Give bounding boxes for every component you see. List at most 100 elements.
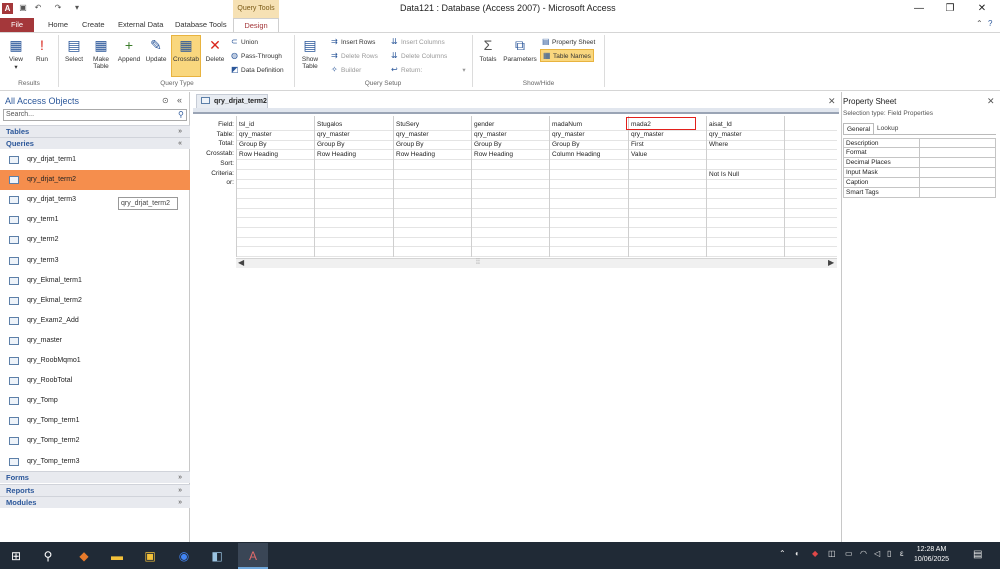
grid-cell-sort[interactable]	[629, 160, 706, 170]
search-icon[interactable]: ⚲	[38, 546, 58, 566]
grid-cell-criteria[interactable]	[472, 170, 549, 180]
wifi-icon[interactable]: ◠	[860, 549, 867, 558]
close-window-button[interactable]: ✕	[967, 2, 997, 16]
builder-button[interactable]: ✧ Builder	[331, 64, 361, 76]
query-item[interactable]: qry_Exam2_Add	[0, 311, 190, 331]
property-value-field[interactable]	[919, 139, 996, 148]
volume-icon[interactable]: ◁	[874, 549, 880, 558]
grid-column[interactable]: gender qry_master Group By Row Heading	[471, 116, 549, 257]
grid-cell-total[interactable]: Group By	[550, 140, 627, 150]
data-definition-button[interactable]: ◩ Data Definition	[231, 64, 284, 76]
grid-column[interactable]: StuSery qry_master Group By Row Heading	[393, 116, 471, 257]
tray-app-icon[interactable]: ◐	[795, 549, 800, 558]
grid-cell-crosstab[interactable]: Row Heading	[237, 150, 314, 160]
property-row[interactable]: Input Mask	[843, 168, 996, 178]
language-indicator[interactable]: ε	[900, 549, 904, 558]
battery-icon[interactable]: ▯	[887, 549, 891, 558]
grid-cell-criteria[interactable]	[315, 170, 392, 180]
grid-cell-sort[interactable]	[315, 160, 392, 170]
grid-cell-or[interactable]	[550, 180, 627, 190]
view-button[interactable]: ▦ View ▾	[4, 36, 28, 71]
nav-pane-title[interactable]: All Access Objects	[5, 96, 79, 106]
notepad-icon[interactable]: ◧	[207, 546, 227, 566]
tab-database-tools[interactable]: Database Tools	[169, 18, 233, 32]
grid-cell-total[interactable]: Where	[707, 140, 784, 150]
redo-icon[interactable]: ↷	[53, 3, 63, 13]
close-document-icon[interactable]: ✕	[828, 96, 836, 107]
property-row[interactable]: Smart Tags	[843, 188, 996, 198]
grid-cell-table[interactable]: qry_master	[550, 130, 627, 140]
chrome-icon[interactable]: ◉	[174, 546, 194, 566]
grid-cell-criteria[interactable]: Not Is Null	[707, 170, 784, 180]
property-value-field[interactable]	[919, 188, 996, 197]
union-button[interactable]: ⊂ Union	[231, 36, 258, 48]
grid-cell-crosstab[interactable]	[707, 150, 784, 160]
property-row[interactable]: Description	[843, 138, 996, 148]
network-icon[interactable]: ◫	[828, 549, 836, 558]
totals-button[interactable]: Σ Totals	[476, 36, 500, 63]
scroll-left-icon[interactable]: ◀	[238, 258, 244, 267]
notifications-icon[interactable]: ▤	[973, 549, 982, 560]
tab-file[interactable]: File	[0, 18, 34, 32]
collapse-ribbon-icon[interactable]: ⌃	[976, 19, 983, 28]
grid-cell-or[interactable]	[237, 180, 314, 190]
grid-cell-table[interactable]: qry_master	[394, 130, 471, 140]
nav-menu-icon[interactable]: ⊙	[162, 96, 169, 105]
query-item[interactable]: qry_RoobTotal	[0, 371, 190, 391]
category-reports[interactable]: Reports»	[0, 484, 190, 496]
grid-cell-table[interactable]: qry_master	[707, 130, 784, 140]
nav-search-input[interactable]: Search...	[3, 109, 187, 121]
query-item[interactable]: qry_Tomp_term3	[0, 452, 190, 472]
grid-column[interactable]: Stugalos qry_master Group By Row Heading	[314, 116, 392, 257]
grid-column[interactable]: madaNum qry_master Group By Column Heading	[549, 116, 627, 257]
query-item[interactable]: qry_Tomp_term1	[0, 411, 190, 431]
property-row[interactable]: Caption	[843, 178, 996, 188]
grid-cell-sort[interactable]	[550, 160, 627, 170]
grid-cell-or[interactable]	[629, 180, 706, 190]
query-item[interactable]: qry_RoobMqmo1	[0, 351, 190, 371]
query-item[interactable]: qry_Tomp_term2	[0, 431, 190, 451]
customize-qat-icon[interactable]: ▾	[72, 3, 82, 13]
grid-cell-criteria[interactable]	[237, 170, 314, 180]
query-item[interactable]: qry_Ekmal_term2	[0, 291, 190, 311]
tab-lookup[interactable]: Lookup	[874, 123, 901, 134]
file-explorer-icon[interactable]: ▬	[107, 546, 127, 566]
crosstab-button[interactable]: ▦ Crosstab	[171, 35, 201, 77]
table-names-button[interactable]: ▦ Table Names	[540, 49, 594, 62]
property-sheet-button[interactable]: ▤ Property Sheet	[542, 36, 595, 48]
make-table-button[interactable]: ▦ Make Table	[89, 36, 113, 70]
parameters-button[interactable]: ⧉ Parameters	[502, 36, 538, 63]
grid-cell-criteria[interactable]	[394, 170, 471, 180]
tab-design[interactable]: Design	[233, 18, 279, 32]
query-item[interactable]: qry_master	[0, 331, 190, 351]
grid-cell-or[interactable]	[472, 180, 549, 190]
return-dropdown[interactable]: ↩ Return: ▾	[391, 64, 466, 76]
grid-cell-sort[interactable]	[237, 160, 314, 170]
search-icon[interactable]: ⚲	[178, 110, 184, 119]
grid-cell-field[interactable]: tsl_id	[237, 120, 314, 130]
delete-rows-button[interactable]: ⇉ Delete Rows	[331, 50, 378, 62]
grid-cell-sort[interactable]	[394, 160, 471, 170]
grid-cell-crosstab[interactable]: Row Heading	[394, 150, 471, 160]
run-button[interactable]: ! Run	[31, 36, 53, 63]
access-app-icon[interactable]: A	[2, 3, 13, 14]
query-item[interactable]: qry_term3	[0, 251, 190, 271]
grid-cell-table[interactable]: qry_master	[237, 130, 314, 140]
pass-through-button[interactable]: ◍ Pass-Through	[231, 50, 282, 62]
grid-cell-crosstab[interactable]: Row Heading	[315, 150, 392, 160]
grid-cell-total[interactable]: Group By	[237, 140, 314, 150]
display-icon[interactable]: ▭	[845, 549, 853, 558]
grid-cell-sort[interactable]	[472, 160, 549, 170]
horizontal-scrollbar[interactable]	[236, 258, 837, 268]
append-button[interactable]: + Append	[116, 36, 142, 63]
minimize-button[interactable]: —	[904, 2, 934, 16]
query-item[interactable]: qry_drjat_term1	[0, 150, 190, 170]
grid-column[interactable]: aisat_Id qry_master Where Not Is Null	[706, 116, 784, 257]
category-queries[interactable]: Queries «	[0, 137, 190, 149]
query-item[interactable]: qry_drjat_term2	[0, 170, 190, 190]
maximize-button[interactable]: ❐	[935, 2, 965, 16]
category-forms[interactable]: Forms»	[0, 471, 190, 483]
store-icon[interactable]: ▣	[140, 546, 160, 566]
select-query-button[interactable]: ▤ Select	[62, 36, 86, 63]
property-value-field[interactable]	[919, 158, 996, 167]
